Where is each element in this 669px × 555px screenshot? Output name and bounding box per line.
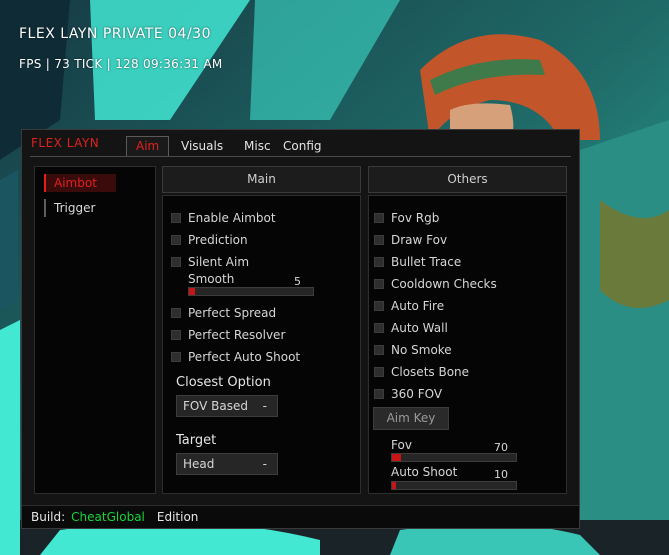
checkbox-box[interactable] <box>374 389 384 399</box>
checkbox-label: Enable Aimbot <box>188 211 276 225</box>
others-panel: Fov Rgb Draw Fov Bullet Trace Cooldown C… <box>368 195 567 494</box>
closest-option-label: Closest Option <box>176 375 271 390</box>
smooth-slider-fill <box>189 288 196 295</box>
main-panel-header: Main <box>162 166 361 193</box>
auto-shoot-slider-fill <box>392 482 396 489</box>
checkbox-box[interactable] <box>374 367 384 377</box>
target-label: Target <box>176 433 217 448</box>
no-smoke-checkbox[interactable]: No Smoke <box>374 343 452 357</box>
sidebar-item-aimbot[interactable]: Aimbot <box>44 174 116 192</box>
build-name: CheatGlobal <box>71 510 145 524</box>
main-panel: Enable Aimbot Prediction Silent Aim Smoo… <box>162 195 361 494</box>
fov-slider[interactable] <box>391 453 517 462</box>
closest-option-dropdown[interactable]: FOV Based - <box>176 395 278 417</box>
fov-360-checkbox[interactable]: 360 FOV <box>374 387 442 401</box>
checkbox-box[interactable] <box>171 352 181 362</box>
checkbox-box[interactable] <box>374 235 384 245</box>
build-label: Build: <box>31 510 66 524</box>
cooldown-checks-checkbox[interactable]: Cooldown Checks <box>374 277 497 291</box>
auto-wall-checkbox[interactable]: Auto Wall <box>374 321 448 335</box>
hud-stats: FPS | 73 TICK | 128 09:36:31 AM <box>19 57 223 71</box>
checkbox-label: Perfect Auto Shoot <box>188 350 301 364</box>
prediction-checkbox[interactable]: Prediction <box>171 233 248 247</box>
checkbox-label: No Smoke <box>391 343 452 357</box>
others-panel-header: Others <box>368 166 567 193</box>
checkbox-box[interactable] <box>374 279 384 289</box>
checkbox-label: 360 FOV <box>391 387 443 401</box>
tab-misc[interactable]: Misc <box>244 137 271 155</box>
silent-aim-checkbox[interactable]: Silent Aim <box>171 255 249 269</box>
fov-slider-fill <box>392 454 401 461</box>
checkbox-box[interactable] <box>374 213 384 223</box>
checkbox-label: Auto Wall <box>391 321 448 335</box>
tab-aim[interactable]: Aim <box>126 136 170 156</box>
checkbox-label: Closets Bone <box>391 365 470 379</box>
sidebar-nav: Aimbot Trigger <box>34 166 156 494</box>
checkbox-box[interactable] <box>171 308 181 318</box>
checkbox-box[interactable] <box>171 235 181 245</box>
checkbox-box[interactable] <box>171 257 181 267</box>
fov-label: Fov <box>391 438 412 452</box>
aim-key-button[interactable]: Aim Key <box>373 407 449 430</box>
auto-fire-checkbox[interactable]: Auto Fire <box>374 299 444 313</box>
checkbox-label: Silent Aim <box>188 255 250 269</box>
checkbox-label: Bullet Trace <box>391 255 462 269</box>
dropdown-caret-icon: - <box>262 457 267 471</box>
menu-brand: FLEX LAYN <box>31 136 100 150</box>
checkbox-label: Draw Fov <box>391 233 448 247</box>
closest-option-value: FOV Based <box>183 399 248 413</box>
cheat-menu-window: FLEX LAYN Aim Visuals Misc Config Aimbot… <box>21 129 580 529</box>
target-value: Head <box>183 457 215 471</box>
checkbox-label: Auto Fire <box>391 299 445 313</box>
checkbox-label: Perfect Resolver <box>188 328 286 342</box>
perfect-resolver-checkbox[interactable]: Perfect Resolver <box>171 328 285 342</box>
checkbox-box[interactable] <box>374 323 384 333</box>
tab-config[interactable]: Config <box>283 137 322 155</box>
checkbox-box[interactable] <box>374 345 384 355</box>
auto-shoot-slider[interactable] <box>391 481 517 490</box>
checkbox-label: Prediction <box>188 233 248 247</box>
enable-aimbot-checkbox[interactable]: Enable Aimbot <box>171 211 276 225</box>
edition-label: Edition <box>156 510 199 524</box>
smooth-slider[interactable] <box>188 287 314 296</box>
draw-fov-checkbox[interactable]: Draw Fov <box>374 233 447 247</box>
smooth-label: Smooth <box>188 272 235 286</box>
auto-shoot-value: 10 <box>494 468 508 481</box>
dropdown-caret-icon: - <box>262 399 267 413</box>
tab-divider <box>30 156 571 157</box>
status-footer: Build: CheatGlobal Edition <box>22 505 579 528</box>
sidebar-item-trigger[interactable]: Trigger <box>44 199 95 217</box>
closets-bone-checkbox[interactable]: Closets Bone <box>374 365 469 379</box>
target-dropdown[interactable]: Head - <box>176 453 278 475</box>
fov-rgb-checkbox[interactable]: Fov Rgb <box>374 211 439 225</box>
checkbox-box[interactable] <box>171 330 181 340</box>
checkbox-label: Cooldown Checks <box>391 277 497 291</box>
checkbox-box[interactable] <box>374 301 384 311</box>
bullet-trace-checkbox[interactable]: Bullet Trace <box>374 255 461 269</box>
checkbox-label: Perfect Spread <box>188 306 277 320</box>
tab-visuals[interactable]: Visuals <box>181 137 223 155</box>
checkbox-box[interactable] <box>171 213 181 223</box>
perfect-spread-checkbox[interactable]: Perfect Spread <box>171 306 276 320</box>
perfect-auto-shoot-checkbox[interactable]: Perfect Auto Shoot <box>171 350 300 364</box>
hud-title: FLEX LAYN PRIVATE 04/30 <box>19 26 211 42</box>
checkbox-label: Fov Rgb <box>391 211 440 225</box>
auto-shoot-label: Auto Shoot <box>391 465 458 479</box>
checkbox-box[interactable] <box>374 257 384 267</box>
